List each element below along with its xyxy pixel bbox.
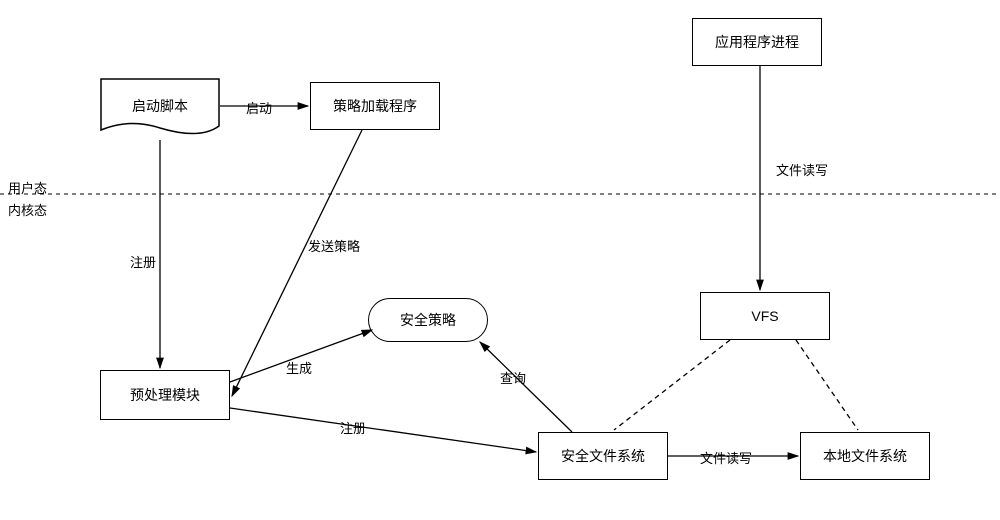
edge-generate-label: 生成 (286, 358, 312, 377)
edge-start-label: 启动 (246, 98, 272, 117)
node-start-script-label: 启动脚本 (100, 96, 220, 116)
node-vfs-label: VFS (751, 308, 778, 324)
node-policy-loader-label: 策略加载程序 (333, 96, 417, 116)
node-security-policy-label: 安全策略 (400, 310, 456, 330)
edge-register2-label: 注册 (340, 418, 366, 437)
node-secure-fs: 安全文件系统 (538, 432, 668, 480)
node-local-fs-label: 本地文件系统 (823, 446, 907, 466)
node-preprocess: 预处理模块 (100, 370, 230, 420)
node-secure-fs-label: 安全文件系统 (561, 446, 645, 466)
edge-filerw2-label: 文件读写 (700, 448, 752, 467)
zone-kernel-label: 内核态 (8, 200, 47, 219)
node-preprocess-label: 预处理模块 (130, 385, 200, 405)
edge-register-label: 注册 (130, 252, 156, 271)
zone-user-label: 用户态 (8, 178, 47, 197)
node-vfs: VFS (700, 292, 830, 340)
node-policy-loader: 策略加载程序 (310, 82, 440, 130)
node-start-script: 启动脚本 (100, 78, 220, 140)
node-app-process-label: 应用程序进程 (715, 32, 799, 52)
edge-send-policy-label: 发送策略 (308, 236, 360, 255)
node-app-process: 应用程序进程 (692, 18, 822, 66)
node-security-policy: 安全策略 (368, 298, 488, 342)
node-local-fs: 本地文件系统 (800, 432, 930, 480)
edge-query-label: 查询 (500, 368, 526, 387)
edge-filerw-label: 文件读写 (776, 160, 828, 179)
